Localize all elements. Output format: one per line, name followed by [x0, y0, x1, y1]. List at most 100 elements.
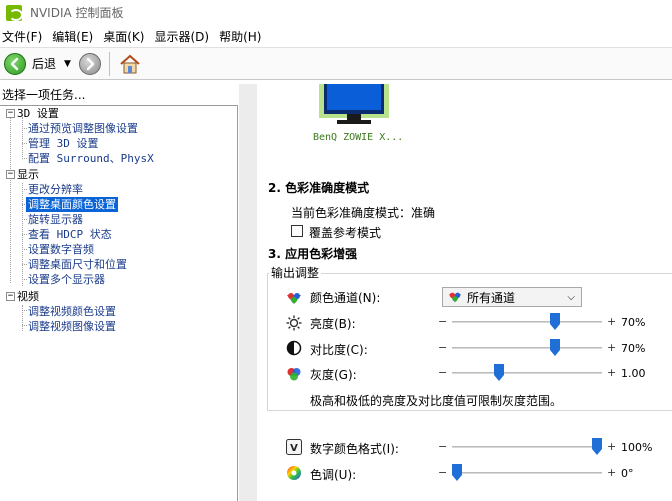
- tree-item-desktop-size-position[interactable]: 调整桌面尺寸和位置: [28, 257, 127, 272]
- contrast-slider-thumb[interactable]: [550, 339, 560, 356]
- vibrance-slider-thumb[interactable]: [592, 438, 602, 455]
- tree-connector: [22, 264, 27, 265]
- brightness-value: 70%: [621, 316, 646, 329]
- toolbar: 后退 ▼: [0, 47, 672, 80]
- content-pane: BenQ ZOWIE X... 2. 色彩准确度模式 当前色彩准确度模式：准确 …: [239, 84, 672, 501]
- vibrance-minus: −: [438, 440, 448, 453]
- current-mode-row: 当前色彩准确度模式：准确: [291, 204, 435, 221]
- vibrance-slider-track[interactable]: [452, 446, 602, 448]
- tree-expander-display[interactable]: −: [6, 170, 15, 179]
- tree-connector: [22, 325, 27, 326]
- vibrance-plus: +: [607, 440, 617, 453]
- tree-item-video-image[interactable]: 调整视频图像设置: [28, 319, 116, 334]
- contrast-slider-track[interactable]: [452, 347, 602, 349]
- arrow-right-icon: [86, 57, 95, 70]
- home-icon[interactable]: [118, 52, 142, 76]
- back-label[interactable]: 后退: [32, 55, 56, 72]
- toolbar-separator: [108, 51, 110, 76]
- brightness-plus: +: [607, 315, 617, 328]
- tree-item-manage-3d-settings[interactable]: 管理 3D 设置: [28, 136, 99, 151]
- current-mode-label: 当前色彩准确度模式：: [291, 206, 412, 220]
- gamma-value: 1.00: [621, 367, 646, 380]
- gamma-plus: +: [607, 366, 617, 379]
- tree-connector: [22, 310, 27, 311]
- color-channel-label: 颜色通道(N):: [310, 291, 381, 305]
- section-color-accuracy-title: 2. 色彩准确度模式: [268, 181, 370, 195]
- color-channel-select[interactable]: 所有通道 ⌵: [442, 287, 582, 307]
- svg-text:V: V: [290, 443, 298, 454]
- tree-item-rotate-display[interactable]: 旋转显示器: [28, 212, 83, 227]
- hue-minus: −: [438, 466, 448, 479]
- tree-category-display[interactable]: 显示: [17, 167, 39, 182]
- hue-slider-thumb[interactable]: [452, 464, 462, 481]
- tree-connector: [22, 219, 27, 220]
- tree-category-3d-settings[interactable]: 3D 设置: [17, 106, 59, 121]
- tree-connector: [22, 143, 27, 144]
- tree-item-adjust-desktop-color[interactable]: 调整桌面颜色设置: [26, 197, 118, 212]
- hue-icon: [287, 466, 301, 480]
- gamma-slider-track[interactable]: [452, 372, 602, 374]
- back-button[interactable]: [4, 52, 26, 75]
- tree-connector: [10, 117, 11, 283]
- tree-category-video[interactable]: 视频: [17, 289, 39, 304]
- monitor-icon[interactable]: [319, 84, 389, 130]
- back-history-dropdown[interactable]: ▼: [64, 59, 71, 69]
- tree-expander-3d[interactable]: −: [6, 109, 15, 118]
- window-title: NVIDIA 控制面板: [30, 6, 124, 20]
- hue-plus: +: [607, 466, 617, 479]
- menu-edit[interactable]: 编辑(E): [50, 28, 97, 45]
- section-color-enhancement-title: 3. 应用色彩增强: [268, 247, 358, 261]
- brightness-label: 亮度(B):: [310, 317, 356, 331]
- brightness-slider-thumb[interactable]: [550, 313, 560, 330]
- contrast-minus: −: [438, 341, 448, 354]
- current-mode-value: 准确: [411, 206, 436, 220]
- tree-item-configure-surround-physx[interactable]: 配置 Surround、PhysX: [28, 151, 154, 166]
- override-reference-checkbox[interactable]: [291, 225, 303, 237]
- override-reference-label[interactable]: 覆盖参考模式: [309, 224, 381, 241]
- tree-item-video-color[interactable]: 调整视频颜色设置: [28, 304, 116, 319]
- gamma-icon: [287, 368, 301, 381]
- tree-connector: [22, 279, 27, 280]
- color-channel-value: 所有通道: [467, 290, 516, 305]
- tree-connector: [22, 249, 27, 250]
- hue-slider-track[interactable]: [452, 472, 602, 474]
- contrast-plus: +: [607, 341, 617, 354]
- gamma-range-note: 极高和极低的亮度及对比度值可限制灰度范围。: [310, 394, 563, 408]
- tree-connector: [22, 234, 27, 235]
- hue-value: 0°: [621, 467, 634, 480]
- gamma-minus: −: [438, 366, 448, 379]
- nvidia-logo-icon: [6, 4, 23, 21]
- gamma-label: 灰度(G):: [310, 368, 357, 382]
- forward-button[interactable]: [78, 52, 101, 75]
- menu-file[interactable]: 文件(F): [0, 28, 46, 45]
- monitor-label[interactable]: BenQ ZOWIE X...: [313, 132, 403, 143]
- tree-item-preview-image-settings[interactable]: 通过预览调整图像设置: [28, 121, 138, 136]
- tree-expander-video[interactable]: −: [6, 292, 15, 301]
- contrast-icon: [286, 340, 302, 356]
- contrast-label: 对比度(C):: [310, 343, 368, 357]
- tree-item-digital-audio[interactable]: 设置数字音频: [28, 242, 94, 257]
- tree-connector: [22, 117, 23, 157]
- tree-connector: [22, 305, 23, 331]
- tree-item-change-resolution[interactable]: 更改分辨率: [28, 182, 83, 197]
- tree-item-view-hdcp-status[interactable]: 查看 HDCP 状态: [28, 227, 112, 242]
- brightness-minus: −: [438, 315, 448, 328]
- menu-help[interactable]: 帮助(H): [217, 28, 265, 45]
- tree-connector: [22, 128, 27, 129]
- task-pane: 选择一项任务... − 3D 设置 通过预览调整图像设置 管理 3D 设置 配置…: [0, 84, 238, 501]
- vibrance-icon: V: [286, 439, 302, 455]
- arrow-left-icon: [10, 57, 19, 70]
- tree-item-multiple-displays[interactable]: 设置多个显示器: [28, 272, 105, 287]
- chevron-down-icon: ⌵: [567, 291, 575, 303]
- brightness-slider-track[interactable]: [452, 321, 602, 323]
- vibrance-value: 100%: [621, 441, 653, 454]
- contrast-value: 70%: [621, 342, 646, 355]
- menu-desktop[interactable]: 桌面(K): [101, 28, 148, 45]
- sun-icon: [286, 315, 302, 331]
- menu-bar: 文件(F) 编辑(E) 桌面(K) 显示器(D) 帮助(H): [0, 25, 672, 47]
- gamma-slider-thumb[interactable]: [494, 364, 504, 381]
- tree-connector: [22, 158, 27, 159]
- menu-display[interactable]: 显示器(D): [152, 28, 213, 45]
- task-pane-header: 选择一项任务...: [0, 84, 238, 106]
- output-adjust-legend: 输出调整: [269, 264, 322, 281]
